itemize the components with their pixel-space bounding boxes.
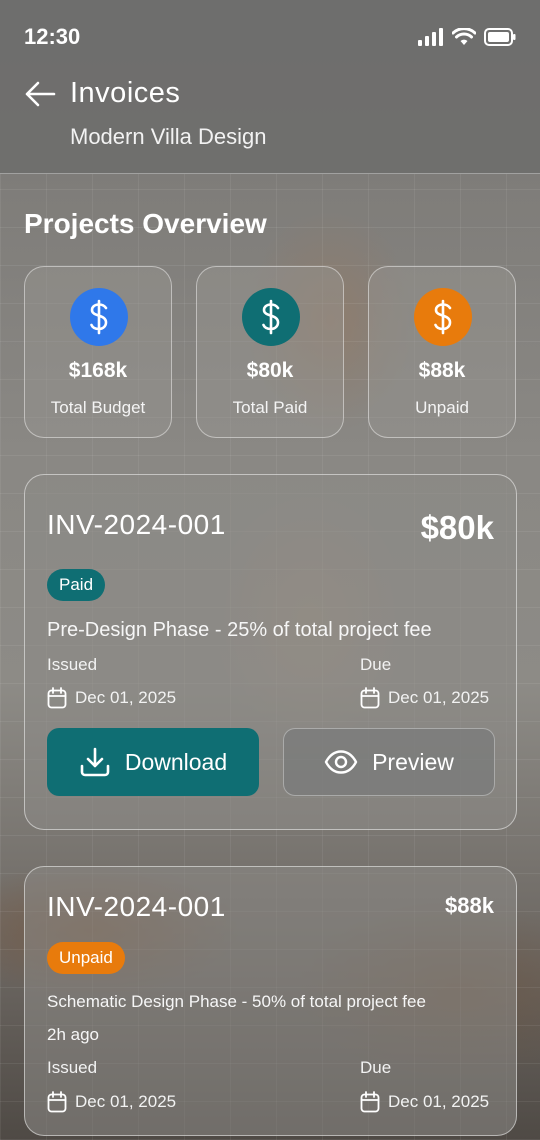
issued-label: Issued xyxy=(47,655,98,674)
stat-label: Unpaid xyxy=(415,398,469,417)
status-icons xyxy=(418,28,516,46)
due-date: Dec 01, 2025 xyxy=(360,1091,489,1113)
section-title: Projects Overview xyxy=(24,208,267,239)
signal-icon xyxy=(418,28,443,46)
stat-card-total-paid[interactable]: $80k Total Paid xyxy=(196,266,344,438)
status-badge: Paid xyxy=(47,569,106,601)
invoice-amount: $88k xyxy=(445,893,494,918)
invoice-description: Schematic Design Phase - 50% of total pr… xyxy=(47,992,426,1011)
calendar-icon xyxy=(47,1091,67,1113)
due-date-text: Dec 01, 2025 xyxy=(388,1092,490,1111)
battery-icon xyxy=(484,28,516,46)
invoice-description: Pre-Design Phase - 25% of total project … xyxy=(47,619,432,641)
dollar-icon xyxy=(414,288,472,346)
due-label: Due xyxy=(360,1058,392,1077)
issued-date-text: Dec 01, 2025 xyxy=(75,688,177,707)
status-time: 12:30 xyxy=(24,24,81,49)
preview-label: Preview xyxy=(372,748,454,775)
download-icon xyxy=(80,747,110,777)
stat-card-unpaid[interactable]: $88k Unpaid xyxy=(368,266,516,438)
back-arrow-icon[interactable] xyxy=(24,80,56,108)
invoice-id: INV-2024-001 xyxy=(47,509,226,540)
app-header: 12:30 Invoices Modern Villa Design xyxy=(0,0,540,174)
calendar-icon xyxy=(47,687,67,709)
calendar-icon xyxy=(360,1091,380,1113)
issued-date: Dec 01, 2025 xyxy=(47,1091,176,1113)
calendar-icon xyxy=(360,687,380,709)
invoice-id: INV-2024-001 xyxy=(47,891,226,922)
due-label: Due xyxy=(360,655,392,674)
wifi-icon xyxy=(452,28,476,45)
due-date: Dec 01, 2025 xyxy=(360,687,489,709)
stat-label: Total Budget xyxy=(50,398,146,417)
dollar-icon xyxy=(70,288,128,346)
invoice-amount: $80k xyxy=(420,509,494,546)
issued-date: Dec 01, 2025 xyxy=(47,687,176,709)
issued-label: Issued xyxy=(47,1058,98,1077)
download-label: Download xyxy=(124,748,228,775)
invoice-card[interactable]: INV-2024-001 $80k Paid Pre-Design Phase … xyxy=(24,474,517,830)
dollar-icon xyxy=(242,288,300,346)
stat-label: Total Paid xyxy=(232,398,308,417)
issued-date-text: Dec 01, 2025 xyxy=(75,1092,177,1111)
status-badge: Unpaid xyxy=(47,942,125,974)
stat-amount: $80k xyxy=(246,359,294,382)
stat-amount: $168k xyxy=(68,359,128,382)
stat-card-total-budget[interactable]: $168k Total Budget xyxy=(24,266,172,438)
download-button[interactable]: Download xyxy=(47,728,259,796)
stat-amount: $88k xyxy=(418,359,466,382)
due-date-text: Dec 01, 2025 xyxy=(388,688,490,707)
page-subtitle: Modern Villa Design xyxy=(70,124,267,149)
time-ago: 2h ago xyxy=(47,1025,99,1044)
invoice-card[interactable]: INV-2024-001 $88k Unpaid Schematic Desig… xyxy=(24,866,517,1136)
preview-button[interactable]: Preview xyxy=(283,728,495,796)
eye-icon xyxy=(324,750,358,774)
page-title: Invoices xyxy=(70,77,181,109)
